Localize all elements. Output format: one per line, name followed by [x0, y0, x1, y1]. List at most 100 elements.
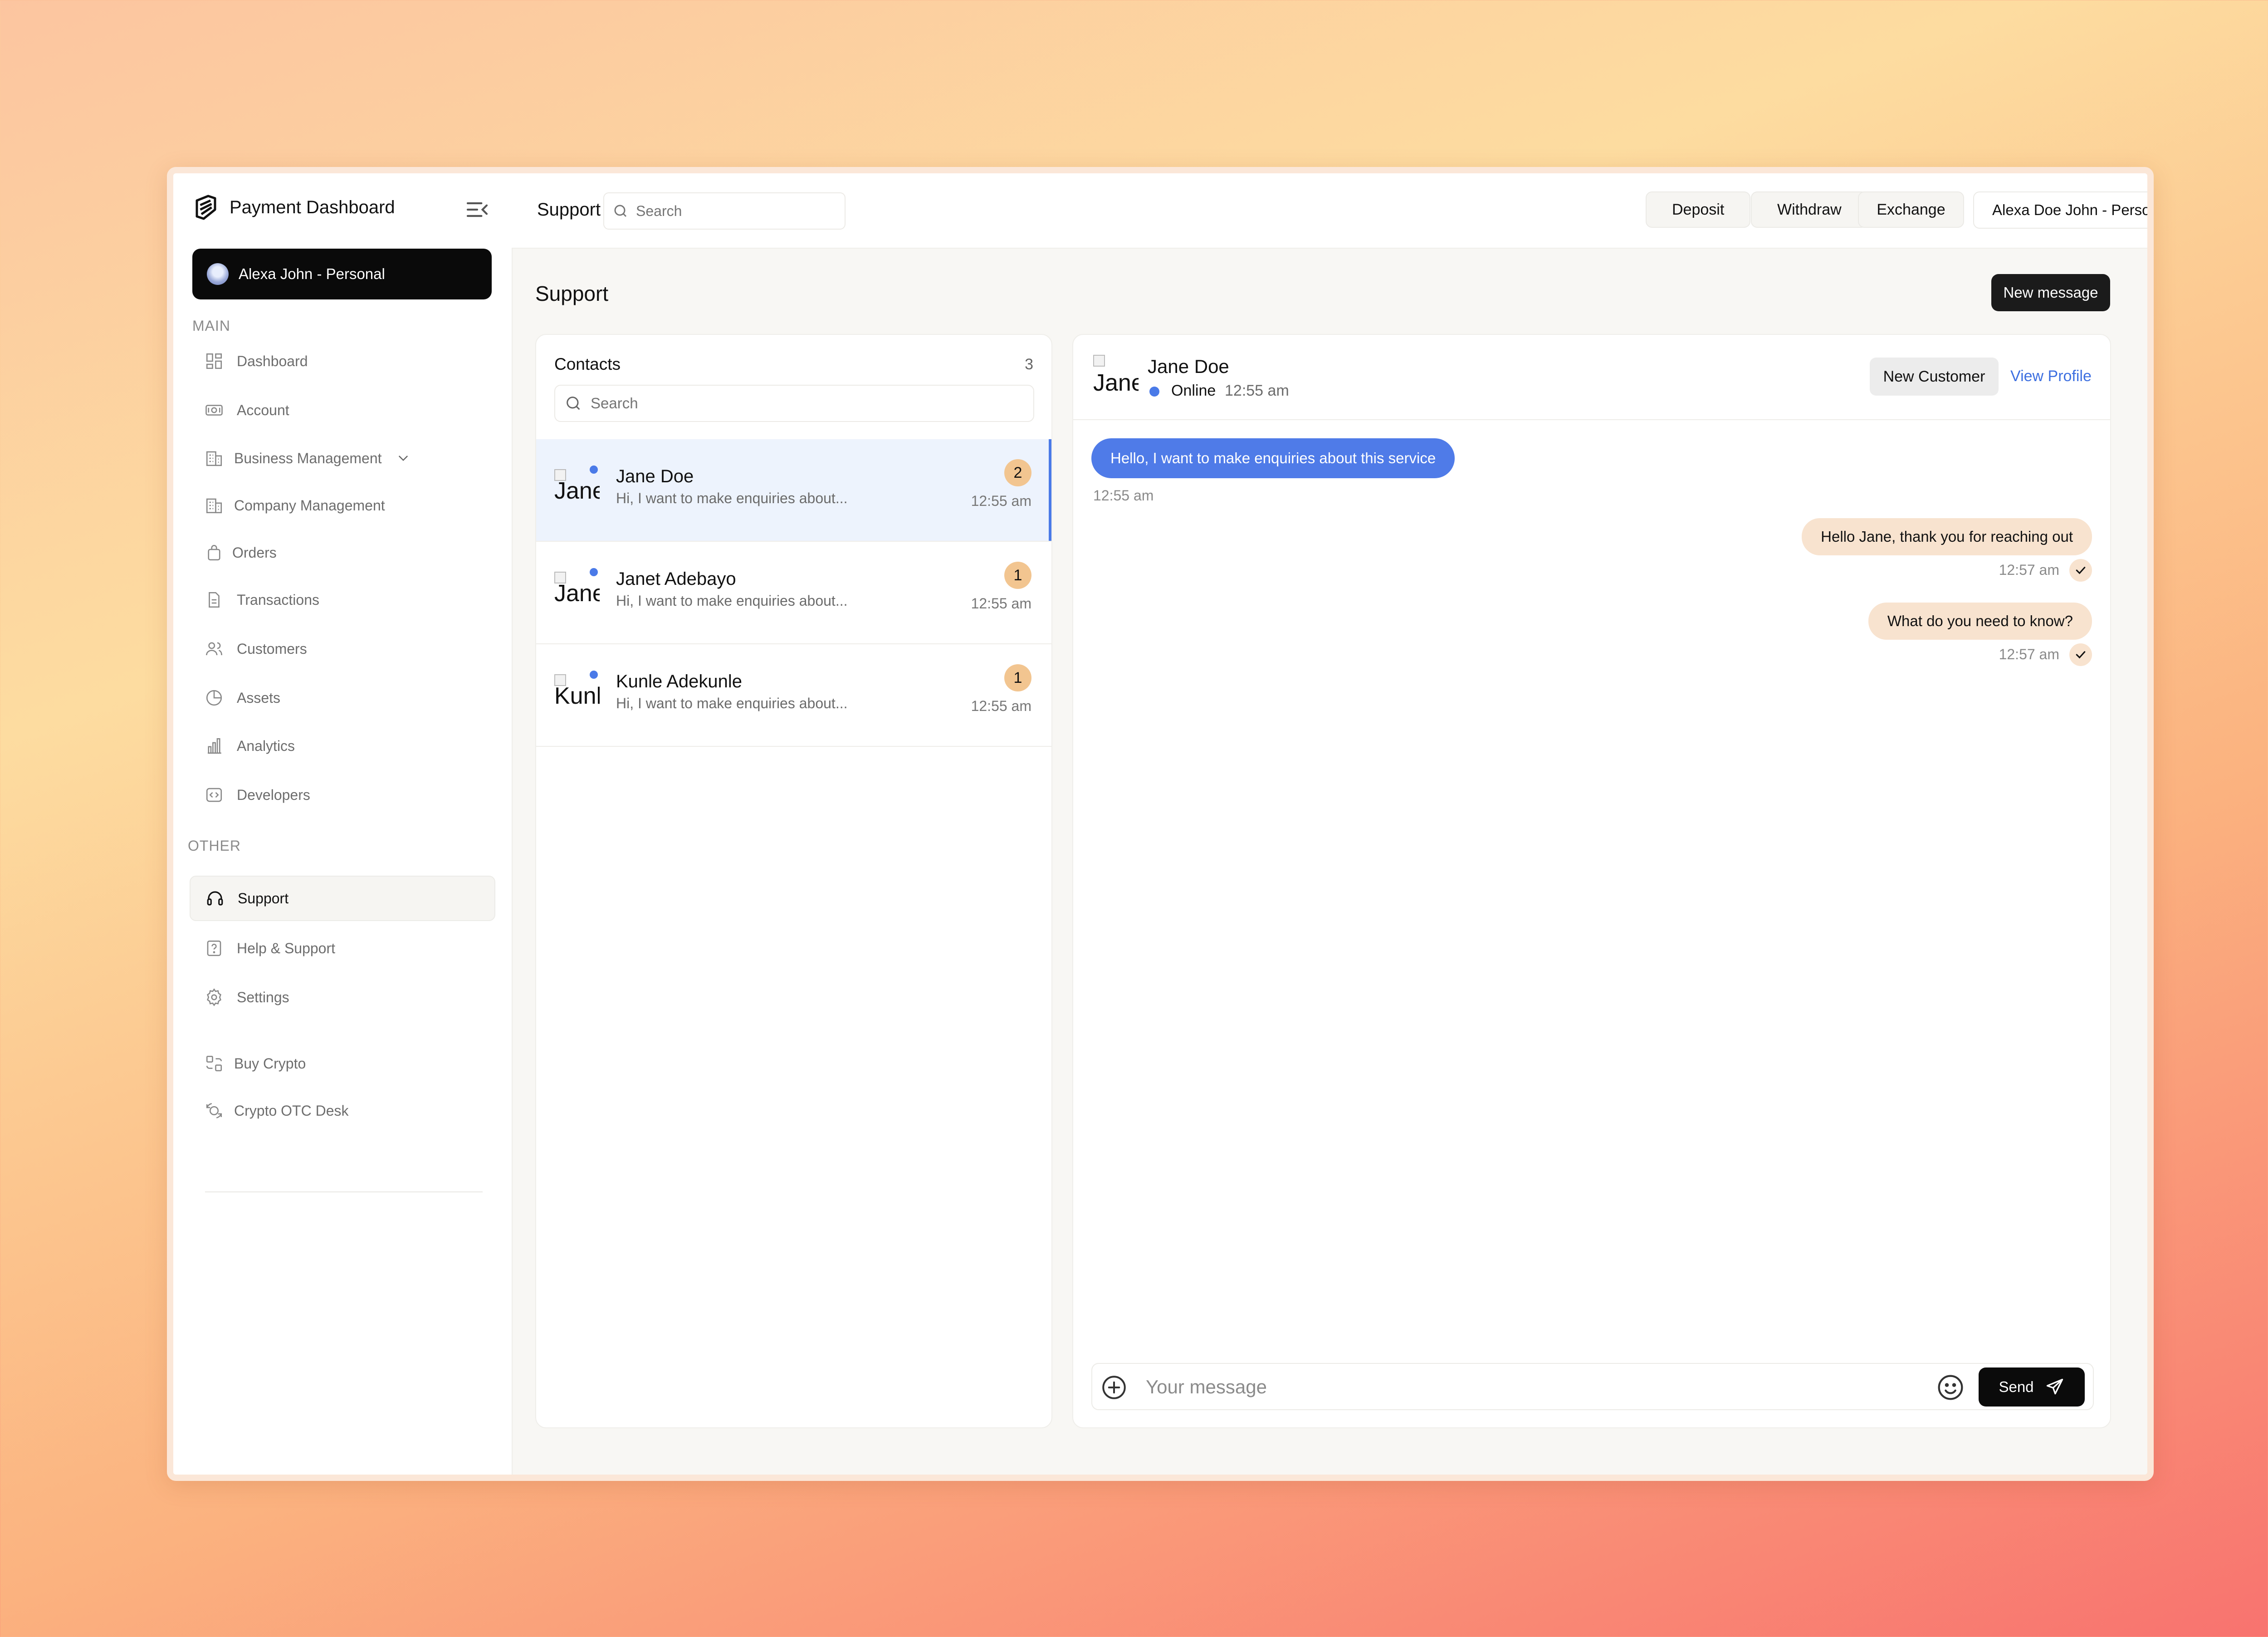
sidebar-item-label: Orders — [232, 544, 277, 561]
app-window: Payment Dashboard Alexa John - Personal … — [167, 167, 2154, 1481]
contact-item[interactable]: Janet Janet Adebayo Hi, I want to make e… — [536, 542, 1051, 644]
sidebar-item-label: Dashboard — [237, 353, 308, 369]
add-attachment-icon[interactable] — [1100, 1374, 1128, 1401]
dashboard-icon — [204, 351, 224, 371]
search-icon — [567, 397, 580, 410]
chat-status: Online — [1171, 382, 1216, 399]
contacts-title: Contacts — [554, 355, 621, 373]
sidebar-item-help-support[interactable]: Help & Support — [190, 926, 494, 970]
contact-preview: Hi, I want to make enquiries about... — [616, 593, 848, 609]
divider — [205, 1191, 483, 1192]
sidebar-item-developers[interactable]: Developers — [190, 773, 494, 817]
sidebar-item-assets[interactable]: Assets — [190, 676, 494, 720]
contact-preview: Hi, I want to make enquiries about... — [616, 490, 848, 506]
sidebar-item-label: Customers — [237, 640, 307, 657]
section-label-other: OTHER — [188, 838, 241, 854]
sidebar-item-label: Assets — [237, 689, 281, 706]
account-selector[interactable]: Alexa Doe John - Personal — [1973, 191, 2154, 229]
sidebar-item-settings[interactable]: Settings — [190, 975, 494, 1019]
contact-name: Kunle Adekunle — [616, 671, 743, 691]
logo-icon — [196, 195, 216, 220]
new-message-button[interactable]: New message — [1991, 274, 2110, 311]
send-button[interactable]: Send — [1979, 1367, 2085, 1407]
account-name: Alexa John - Personal — [239, 265, 385, 282]
contact-preview: Hi, I want to make enquiries about... — [616, 695, 848, 711]
chat-contact-name: Jane Doe — [1148, 356, 1229, 377]
sidebar-item-crypto-otc-desk[interactable]: Crypto OTC Desk — [190, 1089, 494, 1132]
bag-icon — [204, 543, 224, 563]
contact-item[interactable]: Jane Jane Doe Hi, I want to make enquiri… — [536, 439, 1051, 542]
avatar: Jane — [1093, 355, 1139, 405]
contacts-search-input[interactable] — [590, 394, 1000, 412]
account-switcher[interactable]: Alexa John - Personal — [192, 249, 492, 299]
sidebar-item-account[interactable]: Account — [190, 388, 494, 432]
search-input[interactable] — [635, 202, 827, 220]
sidebar-item-company-management[interactable]: Company Management — [190, 484, 494, 527]
message-outgoing: What do you need to know? — [1868, 603, 2092, 640]
topbar-title: Support — [537, 200, 601, 220]
message-input[interactable] — [1145, 1370, 1918, 1404]
chat-panel: Jane Jane Doe Online 12:55 am New Custom… — [1072, 334, 2111, 1428]
exchange-button[interactable]: Exchange — [1858, 191, 1964, 228]
unread-badge: 1 — [1004, 664, 1031, 691]
deposit-button[interactable]: Deposit — [1646, 191, 1751, 228]
message-outgoing: Hello Jane, thank you for reaching out — [1802, 518, 2092, 555]
message-composer: Send — [1091, 1363, 2094, 1410]
sidebar-item-label: Developers — [237, 786, 310, 803]
gear-icon — [204, 987, 224, 1007]
sidebar-item-support[interactable]: Support — [190, 876, 495, 921]
brand[interactable]: Payment Dashboard — [192, 191, 395, 223]
building-icon — [204, 448, 224, 468]
app-title: Payment Dashboard — [230, 197, 395, 217]
view-profile-link[interactable]: View Profile — [2010, 368, 2092, 385]
unread-badge: 2 — [1004, 459, 1031, 486]
bar-chart-icon — [204, 736, 224, 756]
sidebar-item-label: Crypto OTC Desk — [234, 1102, 349, 1119]
message-time: 12:55 am — [1093, 487, 1154, 504]
crypto-icon — [204, 1054, 224, 1073]
withdraw-button[interactable]: Withdraw — [1751, 191, 1868, 228]
code-icon — [204, 785, 224, 805]
section-label-main: MAIN — [192, 318, 230, 334]
chevron-down-icon[interactable] — [396, 451, 411, 466]
otc-icon — [204, 1101, 224, 1121]
users-icon — [204, 639, 224, 659]
message-incoming: Hello, I want to make enquiries about th… — [1091, 438, 1455, 478]
emoji-icon[interactable] — [1936, 1373, 1965, 1402]
online-indicator — [1149, 387, 1159, 397]
sidebar-item-analytics[interactable]: Analytics — [190, 724, 494, 768]
contact-name: Janet Adebayo — [616, 569, 736, 589]
sidebar-item-orders[interactable]: Orders — [190, 531, 494, 574]
online-indicator — [590, 671, 598, 679]
message-time: 12:57 am — [1999, 646, 2059, 662]
online-indicator — [590, 466, 598, 474]
sidebar-item-buy-crypto[interactable]: Buy Crypto — [190, 1042, 494, 1085]
avatar: Janet — [554, 571, 600, 616]
sidebar-item-dashboard[interactable]: Dashboard — [190, 339, 494, 383]
message-time: 12:57 am — [1999, 562, 2059, 578]
contact-item[interactable]: Kunle Kunle Adekunle Hi, I want to make … — [536, 644, 1051, 747]
sidebar-item-label: Settings — [237, 989, 289, 1005]
headset-icon — [205, 888, 225, 908]
topbar-search[interactable] — [603, 192, 846, 230]
avatar — [207, 263, 229, 285]
sidebar-item-label: Analytics — [237, 737, 295, 754]
collapse-sidebar-icon[interactable] — [464, 197, 490, 222]
account-selector-label: Alexa Doe John - Personal — [1992, 201, 2154, 218]
send-icon — [2046, 1378, 2063, 1395]
sidebar-item-transactions[interactable]: Transactions — [190, 578, 494, 622]
avatar: Jane — [554, 468, 600, 514]
sidebar-item-customers[interactable]: Customers — [190, 627, 494, 671]
send-label: Send — [1999, 1378, 2034, 1395]
contact-time: 12:55 am — [971, 493, 1031, 509]
sidebar-item-label: Account — [237, 402, 289, 418]
sidebar-item-business-management[interactable]: Business Management — [190, 436, 494, 480]
money-icon — [204, 400, 224, 420]
contacts-count: 3 — [1025, 356, 1033, 373]
contacts-search[interactable] — [554, 385, 1034, 422]
customer-tag-button[interactable]: New Customer — [1870, 358, 1999, 396]
unread-badge: 1 — [1004, 562, 1031, 589]
online-indicator — [590, 568, 598, 576]
avatar: Kunle — [554, 673, 600, 719]
sidebar-item-label: Company Management — [234, 497, 385, 514]
